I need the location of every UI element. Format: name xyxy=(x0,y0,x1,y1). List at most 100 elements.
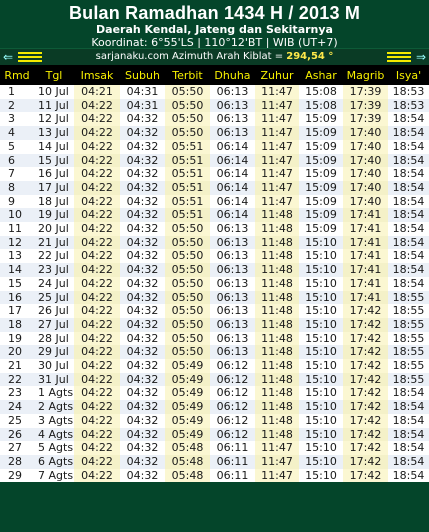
table-cell: 17:42 xyxy=(343,427,388,442)
table-cell: 15:10 xyxy=(299,276,343,291)
table-cell: 04:32 xyxy=(120,386,165,401)
table-cell: 18:55 xyxy=(388,304,429,318)
table-cell: 05:50 xyxy=(165,98,210,113)
table-cell: 17:42 xyxy=(343,359,388,373)
table-cell: 15:09 xyxy=(299,180,343,195)
table-cell: 04:22 xyxy=(74,222,120,236)
table-cell: 04:32 xyxy=(120,126,165,140)
table-cell: 06:14 xyxy=(210,139,255,154)
table-cell: 17:42 xyxy=(343,331,388,346)
table-cell: 6 xyxy=(0,153,34,168)
table-cell: 04:32 xyxy=(120,331,165,346)
table-cell: 04:31 xyxy=(120,98,165,113)
column-header: Tgl xyxy=(34,65,74,85)
table-cell: 04:32 xyxy=(120,317,165,332)
table-cell: 11:48 xyxy=(255,222,299,236)
table-cell: 18:54 xyxy=(388,263,429,277)
table-cell: 15:10 xyxy=(299,454,343,469)
table-cell: 06:14 xyxy=(210,180,255,195)
table-cell: 8 xyxy=(0,180,34,195)
table-cell: 04:32 xyxy=(120,194,165,209)
table-cell: 11:48 xyxy=(255,427,299,442)
table-cell: 1 Agts xyxy=(34,386,74,401)
table-cell: 15:10 xyxy=(299,331,343,346)
table-cell: 23 xyxy=(0,386,34,401)
stripes-icon xyxy=(387,52,411,62)
table-cell: 04:32 xyxy=(120,372,165,387)
table-cell: 11 Jul xyxy=(34,98,74,113)
table-row: 11 20 Jul 04:22 04:32 05:50 06:13 11:48 15:09 17… xyxy=(0,222,429,236)
table-cell: 18:53 xyxy=(388,98,429,113)
table-cell: 05:50 xyxy=(165,317,210,332)
table-row: 26 4 Agts 04:22 04:32 05:49 06:12 11:48 15:10 17… xyxy=(0,427,429,442)
table-cell: 04:31 xyxy=(120,85,165,99)
table-cell: 15 Jul xyxy=(34,153,74,168)
table-cell: 04:32 xyxy=(120,359,165,373)
table-cell: 04:22 xyxy=(74,317,120,332)
table-row: 14 23 Jul 04:22 04:32 05:50 06:13 11:48 15:10 17… xyxy=(0,263,429,277)
arrow-left-icon[interactable]: ⇐ xyxy=(2,49,14,65)
table-cell: 15:10 xyxy=(299,263,343,277)
table-cell: 04:32 xyxy=(120,468,165,483)
table-cell: 04:22 xyxy=(74,208,120,223)
column-header: Ashar xyxy=(299,65,343,85)
table-cell: 17 Jul xyxy=(34,180,74,195)
table-cell: 11:48 xyxy=(255,400,299,414)
arrow-right-icon[interactable]: ⇒ xyxy=(415,49,427,65)
table-row: 24 2 Agts 04:22 04:32 05:49 06:12 11:48 15:10 17… xyxy=(0,400,429,414)
table-cell: 18:54 xyxy=(388,454,429,469)
table-cell: 18:54 xyxy=(388,413,429,428)
table-cell: 15:10 xyxy=(299,359,343,373)
table-cell: 04:22 xyxy=(74,386,120,401)
table-cell: 6 Agts xyxy=(34,454,74,469)
table-cell: 04:22 xyxy=(74,167,120,181)
azimuth-value: 294,54 ° xyxy=(286,51,334,62)
table-cell: 25 xyxy=(0,413,34,428)
site-label[interactable]: sarjanaku.com xyxy=(96,51,169,62)
table-cell: 04:22 xyxy=(74,345,120,360)
table-cell: 05:51 xyxy=(165,167,210,181)
table-cell: 15:10 xyxy=(299,317,343,332)
table-cell: 04:22 xyxy=(74,441,120,455)
table-cell: 3 Agts xyxy=(34,413,74,428)
table-cell: 1 xyxy=(0,85,34,99)
table-cell: 04:22 xyxy=(74,454,120,469)
table-cell: 06:13 xyxy=(210,112,255,127)
table-cell: 04:32 xyxy=(120,263,165,277)
table-cell: 18:55 xyxy=(388,290,429,305)
table-cell: 17:42 xyxy=(343,386,388,401)
table-cell: 04:22 xyxy=(74,194,120,209)
table-row: 28 6 Agts 04:22 04:32 05:48 06:11 11:47 15:10 17… xyxy=(0,454,429,469)
table-cell: 18:54 xyxy=(388,208,429,223)
table-cell: 04:32 xyxy=(120,139,165,154)
table-row: 15 24 Jul 04:22 04:32 05:50 06:13 11:48 15:10 17… xyxy=(0,276,429,291)
stripes-icon xyxy=(18,52,42,62)
table-row: 27 5 Agts 04:22 04:32 05:48 06:11 11:47 15:10 17… xyxy=(0,441,429,455)
table-cell: 15:09 xyxy=(299,112,343,127)
table-cell: 04:32 xyxy=(120,345,165,360)
table-cell: 7 Agts xyxy=(34,468,74,483)
table-cell: 18:54 xyxy=(388,112,429,127)
table-cell: 18:54 xyxy=(388,180,429,195)
table-cell: 11:47 xyxy=(255,180,299,195)
table-cell: 11:48 xyxy=(255,413,299,428)
table-cell: 06:14 xyxy=(210,194,255,209)
table-cell: 05:48 xyxy=(165,468,210,483)
table-cell: 17:42 xyxy=(343,317,388,332)
column-header: Magrib xyxy=(343,65,388,85)
table-row: 6 15 Jul 04:22 04:32 05:51 06:14 11:47 15:09 17:… xyxy=(0,153,429,168)
table-cell: 17:41 xyxy=(343,263,388,277)
table-cell: 11:47 xyxy=(255,85,299,99)
table-cell: 05:51 xyxy=(165,208,210,223)
table-cell: 04:21 xyxy=(74,85,120,99)
table-cell: 04:22 xyxy=(74,139,120,154)
table-cell: 11:47 xyxy=(255,454,299,469)
table-cell: 22 Jul xyxy=(34,249,74,264)
table-cell: 29 Jul xyxy=(34,345,74,360)
table-cell: 17:42 xyxy=(343,468,388,483)
table-row: 2 11 Jul 04:22 04:31 05:50 06:13 11:47 15:08 17:… xyxy=(0,98,429,113)
table-cell: 11:48 xyxy=(255,359,299,373)
table-cell: 15:10 xyxy=(299,441,343,455)
table-cell: 23 Jul xyxy=(34,263,74,277)
table-cell: 05:51 xyxy=(165,153,210,168)
